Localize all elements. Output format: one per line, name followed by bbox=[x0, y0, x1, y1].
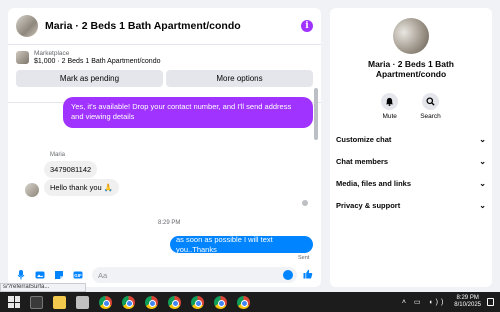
menu-media-files-links[interactable]: Media, files and links ⌄ bbox=[330, 172, 492, 194]
system-tray: ˄ ▭ ◖)) 8:29 PM 8/10/2025 bbox=[402, 292, 494, 312]
clock-time: 8:29 PM bbox=[456, 295, 479, 301]
browser-status-url: s/?referralSurfa... bbox=[0, 283, 86, 292]
app-icon[interactable] bbox=[76, 295, 89, 309]
info-icon[interactable]: i bbox=[301, 20, 313, 32]
conversation-name: Maria · 2 Beds 1 Bath Apartment/condo bbox=[368, 59, 454, 79]
sender-name: Maria bbox=[50, 152, 66, 158]
listing-title[interactable]: $1,000 · 2 Beds 1 Bath Apartment/condo bbox=[34, 58, 160, 65]
sender-avatar[interactable] bbox=[25, 183, 39, 197]
marketplace-banner: Marketplace $1,000 · 2 Beds 1 Bath Apart… bbox=[8, 45, 321, 103]
details-menu: Customize chat ⌄ Chat members ⌄ Media, fil… bbox=[330, 128, 492, 216]
windows-start-icon[interactable] bbox=[8, 296, 20, 308]
menu-privacy-support[interactable]: Privacy & support ⌄ bbox=[330, 194, 492, 216]
taskbar-clock[interactable]: 8:29 PM 8/10/2025 bbox=[454, 295, 481, 309]
chat-header: Maria · 2 Beds 1 Bath Apartment/condo i bbox=[8, 8, 321, 45]
bell-icon bbox=[381, 93, 399, 110]
thumbs-up-icon[interactable] bbox=[300, 269, 316, 282]
search-taskbar-icon[interactable] bbox=[30, 295, 43, 309]
chrome-icon[interactable] bbox=[168, 295, 181, 309]
chrome-icon[interactable] bbox=[122, 295, 135, 309]
menu-chat-members[interactable]: Chat members ⌄ bbox=[330, 150, 492, 172]
chrome-icon[interactable] bbox=[99, 295, 112, 309]
delivery-status: Sent bbox=[298, 255, 310, 261]
chrome-icon-active[interactable] bbox=[214, 295, 227, 309]
mute-label: Mute bbox=[382, 113, 397, 120]
image-icon[interactable] bbox=[32, 267, 48, 283]
menu-label: Customize chat bbox=[336, 134, 392, 144]
windows-taskbar: ˄ ▭ ◖)) 8:29 PM 8/10/2025 bbox=[0, 292, 500, 312]
more-options-button[interactable]: More options bbox=[166, 70, 313, 87]
incoming-message[interactable]: Hello thank you 🙏 bbox=[44, 179, 120, 196]
menu-label: Chat members bbox=[336, 156, 389, 166]
chat-panel: Maria · 2 Beds 1 Bath Apartment/condo i … bbox=[8, 8, 321, 287]
listing-thumbnail[interactable] bbox=[16, 51, 29, 64]
microphone-icon[interactable] bbox=[13, 267, 29, 283]
outgoing-message[interactable]: as soon as possible I will text you..Tha… bbox=[170, 235, 313, 254]
chrome-icon[interactable] bbox=[191, 295, 204, 309]
message-input[interactable]: Aa bbox=[92, 267, 297, 283]
chrome-icon[interactable] bbox=[237, 295, 250, 309]
chevron-down-icon: ⌄ bbox=[479, 178, 486, 188]
message-input-placeholder: Aa bbox=[98, 270, 108, 280]
mark-as-pending-button[interactable]: Mark as pending bbox=[16, 70, 163, 87]
message-timestamp: 8:29 PM bbox=[158, 220, 181, 226]
chevron-down-icon: ⌄ bbox=[479, 134, 486, 144]
file-explorer-icon[interactable] bbox=[53, 295, 66, 309]
menu-label: Media, files and links bbox=[336, 178, 412, 188]
search-label: Search bbox=[420, 113, 441, 120]
menu-label: Privacy & support bbox=[336, 200, 401, 210]
listing-photo[interactable] bbox=[393, 18, 429, 54]
seen-indicator bbox=[302, 200, 308, 206]
message-scrollbar[interactable] bbox=[314, 88, 318, 140]
outgoing-message[interactable]: Yes, it's available! Drop your contact n… bbox=[63, 97, 313, 128]
menu-customize-chat[interactable]: Customize chat ⌄ bbox=[330, 128, 492, 150]
chevron-down-icon: ⌄ bbox=[479, 200, 486, 210]
conversation-details-panel: Maria · 2 Beds 1 Bath Apartment/condo Mu… bbox=[330, 8, 492, 287]
incoming-message[interactable]: 3479081142 bbox=[44, 161, 98, 178]
chevron-down-icon: ⌄ bbox=[479, 156, 486, 166]
emoji-icon[interactable] bbox=[283, 270, 293, 280]
chat-title[interactable]: Maria · 2 Beds 1 Bath Apartment/condo bbox=[45, 20, 301, 32]
message-list: Yes, it's available! Drop your contact n… bbox=[8, 97, 321, 263]
marketplace-label: Marketplace bbox=[34, 50, 70, 57]
conversation-avatar[interactable] bbox=[16, 15, 38, 37]
chrome-icon[interactable] bbox=[145, 295, 158, 309]
sticker-icon[interactable] bbox=[51, 267, 67, 283]
mute-button[interactable]: Mute bbox=[381, 93, 399, 120]
notification-icon[interactable] bbox=[487, 298, 494, 306]
search-button[interactable]: Search bbox=[420, 93, 441, 120]
search-icon bbox=[421, 93, 439, 110]
svg-text:GIF: GIF bbox=[74, 273, 82, 278]
tray-icons[interactable]: ˄ ▭ ◖)) bbox=[402, 298, 446, 306]
gif-icon[interactable]: GIF bbox=[70, 267, 86, 283]
clock-date: 8/10/2025 bbox=[454, 302, 481, 308]
